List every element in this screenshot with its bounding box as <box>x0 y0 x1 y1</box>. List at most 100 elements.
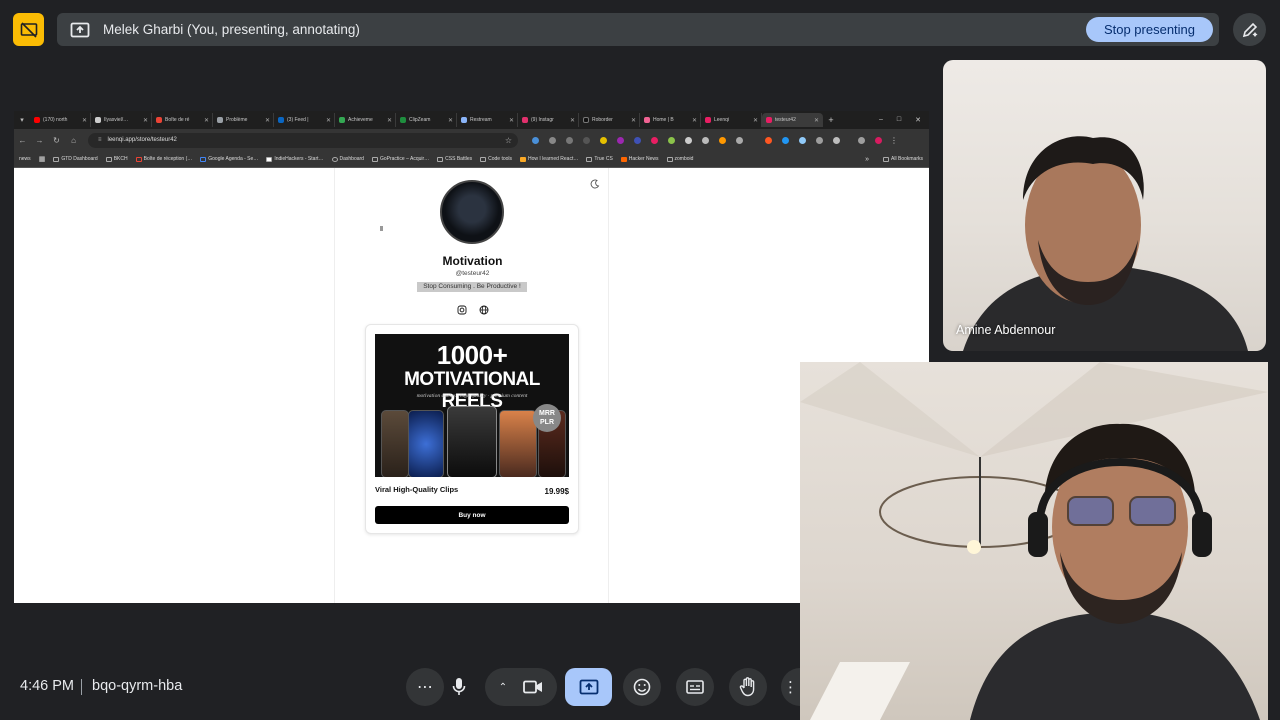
video-camera-icon[interactable] <box>523 680 543 694</box>
extension-icon[interactable] <box>634 136 641 144</box>
site-info-icon[interactable]: ≡ <box>98 137 102 143</box>
extension-icon[interactable] <box>702 136 709 144</box>
tab-close-icon[interactable]: ✕ <box>143 117 148 124</box>
window-close-icon[interactable]: ✕ <box>915 116 921 124</box>
buy-now-button[interactable]: Buy now <box>375 506 569 524</box>
bookmark-item[interactable]: news <box>19 156 31 162</box>
bookmark-item[interactable]: IndieHackers - Start… <box>266 156 324 162</box>
browser-tab[interactable]: Restream ✕ <box>457 113 518 127</box>
reload-icon[interactable]: ↻ <box>48 136 65 145</box>
tab-close-icon[interactable]: ✕ <box>814 117 819 124</box>
extension-icon[interactable] <box>668 136 675 144</box>
bookmarks-overflow-icon[interactable]: » <box>865 156 869 163</box>
bookmark-item[interactable]: True CS <box>586 156 613 162</box>
tab-close-icon[interactable]: ✕ <box>570 117 575 124</box>
instagram-icon[interactable] <box>457 302 467 320</box>
browser-tab[interactable]: Roborder ✕ <box>579 113 640 127</box>
extension-icon[interactable] <box>600 136 607 144</box>
store-title: Motivation <box>442 254 503 268</box>
side-panel-icon[interactable] <box>858 136 865 144</box>
tab-close-icon[interactable]: ✕ <box>753 117 758 124</box>
extension-icon[interactable] <box>583 136 590 144</box>
bookmark-item[interactable]: How I learned React… <box>520 156 578 162</box>
bookmark-item[interactable]: Hacker News <box>620 156 659 162</box>
extension-icon[interactable] <box>765 136 772 144</box>
extension-icon[interactable] <box>549 136 556 144</box>
restore-icon[interactable]: □ <box>897 116 901 124</box>
tab-close-icon[interactable]: ✕ <box>692 117 697 124</box>
bookmark-star-icon[interactable]: ☆ <box>505 136 512 145</box>
extensions-puzzle-icon[interactable] <box>833 136 840 144</box>
extension-icon[interactable] <box>719 136 726 144</box>
browser-menu-icon[interactable]: ⋮ <box>890 136 898 145</box>
browser-tab[interactable]: ClipZeam ✕ <box>396 113 457 127</box>
tab-label: (9) Instagr <box>531 117 554 123</box>
extension-icon[interactable] <box>685 136 692 144</box>
bookmark-item[interactable]: CSS Battles <box>437 156 472 162</box>
bookmark-item[interactable]: GoPractice – Acquir… <box>371 156 429 162</box>
tab-close-icon[interactable]: ✕ <box>326 117 331 124</box>
globe-icon[interactable] <box>479 302 489 320</box>
back-icon[interactable]: ← <box>14 136 31 145</box>
tab-close-icon[interactable]: ✕ <box>509 117 514 124</box>
camera-options-chevron-up-icon[interactable]: ⌃ <box>499 682 507 693</box>
apps-icon[interactable]: ▦ <box>39 155 46 163</box>
bookmark-item[interactable]: Code tools <box>480 156 512 162</box>
browser-tab[interactable]: Achieveme ✕ <box>335 113 396 127</box>
reactions-button[interactable] <box>623 668 661 706</box>
meeting-code[interactable]: bqo-qyrm-hba <box>92 678 182 694</box>
browser-tab-active[interactable]: testeur42 ✕ <box>762 113 823 127</box>
home-icon[interactable]: ⌂ <box>65 136 82 145</box>
tab-close-icon[interactable]: ✕ <box>265 117 270 124</box>
extension-icon[interactable] <box>799 136 806 144</box>
tab-close-icon[interactable]: ✕ <box>387 117 392 124</box>
extension-icon[interactable] <box>736 136 743 144</box>
browser-tab[interactable]: (3) Feed | ✕ <box>274 113 335 127</box>
raise-hand-button[interactable] <box>729 668 767 706</box>
new-tab-icon[interactable]: + <box>823 115 839 125</box>
theme-toggle-icon[interactable] <box>590 176 600 189</box>
participant-tile[interactable]: Amine Abdennour <box>943 60 1266 351</box>
extension-icon[interactable] <box>816 136 823 144</box>
presenter-label: Melek Gharbi (You, presenting, annotatin… <box>103 22 360 37</box>
bookmark-item[interactable]: Boîte de réception (… <box>135 156 192 162</box>
browser-tab[interactable]: Ilyasviel/… ✕ <box>91 113 152 127</box>
present-now-button[interactable] <box>565 668 612 706</box>
forward-icon[interactable]: → <box>31 136 48 145</box>
tab-search-icon[interactable]: ▾ <box>14 116 30 124</box>
extension-icon[interactable] <box>532 136 539 144</box>
stop-presenting-button[interactable]: Stop presenting <box>1086 17 1213 42</box>
all-bookmarks-item[interactable]: All Bookmarks <box>883 156 923 162</box>
tab-close-icon[interactable]: ✕ <box>448 117 453 124</box>
extension-icon[interactable] <box>651 136 658 144</box>
bookmark-item[interactable]: GTD Dashboard <box>53 156 98 162</box>
stop-presenting-icon-button[interactable] <box>13 13 44 46</box>
product-card[interactable]: 1000+ MOTIVATIONAL REELS motivation quot… <box>365 324 579 534</box>
browser-tab[interactable]: Problème ✕ <box>213 113 274 127</box>
address-bar[interactable]: ≡ leenqi.app/store/testeur42 ☆ <box>88 132 518 148</box>
more-options-button[interactable]: ⋯ <box>406 668 444 706</box>
tab-close-icon[interactable]: ✕ <box>204 117 209 124</box>
annotate-button[interactable] <box>1233 13 1266 46</box>
microphone-button[interactable] <box>440 668 478 706</box>
browser-tab[interactable]: Boîte de ré ✕ <box>152 113 213 127</box>
browser-tab[interactable]: (9) Instagr ✕ <box>518 113 579 127</box>
extension-icon[interactable] <box>782 136 789 144</box>
bookmark-item[interactable]: Google Agenda - Se… <box>200 156 258 162</box>
extension-icon[interactable] <box>566 136 573 144</box>
tab-close-icon[interactable]: ✕ <box>631 117 636 124</box>
browser-tab[interactable]: (170) north ✕ <box>30 113 91 127</box>
leave-overflow-button[interactable]: ⋮ <box>781 668 800 706</box>
bookmark-item[interactable]: BKCH <box>105 156 128 162</box>
bookmark-item[interactable]: zomboid <box>666 156 693 162</box>
shared-screen: ▾ (170) north ✕ Ilyasviel/… ✕ Boîte de ré ✕… <box>14 111 929 603</box>
captions-button[interactable] <box>676 668 714 706</box>
browser-tab[interactable]: Leenqi ✕ <box>701 113 762 127</box>
extension-icon[interactable] <box>617 136 624 144</box>
tab-close-icon[interactable]: ✕ <box>82 117 87 124</box>
self-view-tile[interactable] <box>800 362 1268 720</box>
browser-tab[interactable]: Home | B ✕ <box>640 113 701 127</box>
bookmark-item[interactable]: Dashboard <box>331 156 364 162</box>
minimize-icon[interactable]: – <box>879 116 883 124</box>
profile-avatar[interactable] <box>875 136 882 144</box>
